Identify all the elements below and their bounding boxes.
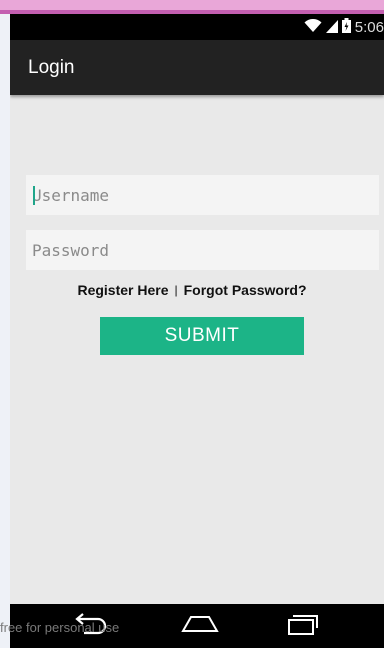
- status-icons: [304, 18, 351, 36]
- status-time: 5:06: [354, 18, 384, 36]
- recent-apps-button[interactable]: [272, 604, 332, 648]
- text-cursor: [33, 186, 35, 205]
- phone-screen: 5:06 Login Register Here | Forgot Password…: [10, 14, 384, 648]
- link-separator: |: [174, 283, 178, 297]
- signal-icon: [325, 19, 338, 36]
- auth-links: Register Here | Forgot Password?: [10, 282, 384, 298]
- action-bar: Login: [10, 40, 384, 95]
- battery-icon: [341, 18, 351, 36]
- register-link[interactable]: Register Here: [77, 282, 168, 298]
- backdrop-band: [0, 0, 384, 14]
- username-input[interactable]: [26, 175, 379, 215]
- status-bar: 5:06: [10, 14, 384, 40]
- submit-button[interactable]: SUBMIT: [100, 317, 304, 355]
- watermark-text: free for personal use: [0, 620, 120, 635]
- recent-apps-icon: [284, 613, 320, 640]
- forgot-password-link[interactable]: Forgot Password?: [184, 282, 307, 298]
- password-input[interactable]: [26, 230, 379, 270]
- wifi-icon: [304, 18, 322, 36]
- page-title: Login: [28, 56, 75, 78]
